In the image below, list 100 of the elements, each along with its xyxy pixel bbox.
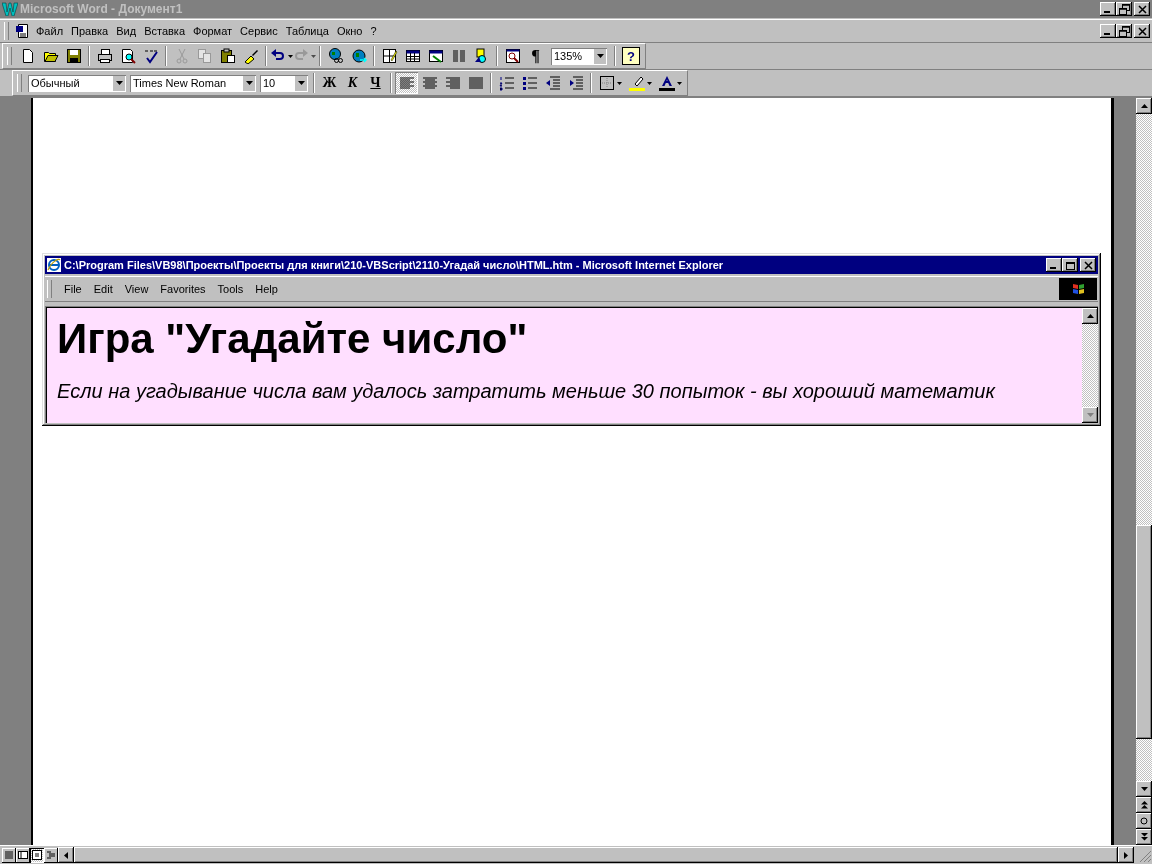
minimize-icon [1104, 11, 1110, 13]
next-page-button[interactable] [1136, 829, 1152, 845]
menu-item[interactable]: Favorites [156, 283, 210, 295]
window-title: Microsoft Word - Документ1 [20, 2, 183, 16]
menu-item[interactable]: Файл [33, 25, 67, 37]
page-heading: Игра "Угадайте число" [57, 314, 529, 364]
style-dropdown[interactable]: Обычный [28, 74, 126, 92]
spellcheck-icon [142, 48, 159, 64]
page-layout-icon [31, 849, 43, 861]
bulleted-list-icon [521, 75, 538, 91]
copy-icon [196, 48, 213, 64]
highlighter-icon [628, 75, 645, 91]
up-arrow-icon [1140, 104, 1148, 108]
scroll-right-button[interactable] [1118, 847, 1134, 863]
caret-icon[interactable] [676, 81, 682, 85]
caret-icon[interactable] [616, 81, 622, 85]
magnifier-page-icon [119, 48, 136, 64]
word-logo-icon[interactable] [2, 2, 18, 16]
double-down-arrow-icon [1140, 833, 1148, 841]
down-arrow-icon [1140, 787, 1148, 791]
align-button[interactable] [395, 72, 418, 94]
increase-indent-icon [567, 75, 584, 91]
right-arrow-icon [1124, 851, 1128, 859]
menu-item[interactable]: Правка [68, 25, 112, 37]
minimize-button[interactable] [1100, 24, 1116, 38]
menu-item[interactable]: Вставка [141, 25, 188, 37]
minimize-button[interactable] [1046, 258, 1062, 272]
scroll-up-button[interactable] [1136, 98, 1152, 114]
table-icon [404, 48, 421, 64]
up-arrow-icon [1086, 314, 1094, 318]
caret-icon[interactable] [288, 54, 293, 58]
down-arrow-icon [1086, 413, 1094, 418]
view-button[interactable] [44, 847, 58, 863]
font-size-dropdown[interactable]: 10 [260, 74, 308, 92]
table-pencil-icon [381, 48, 398, 64]
view-button[interactable] [2, 847, 16, 863]
columns-icon [450, 48, 467, 64]
globe-arrows-icon [350, 48, 367, 64]
font-dropdown[interactable]: Times New Roman [130, 74, 256, 92]
window-title: C:\Program Files\VB98\Проекты\Проекты для книги\210-VBScript\2110-Угадай число\HTML.htm - Microsoft Internet Explorer [64, 259, 724, 271]
border-icon [598, 75, 615, 91]
minimize-icon [1104, 33, 1110, 35]
zoom-field[interactable]: 135% [551, 47, 607, 65]
scroll-left-button[interactable] [58, 847, 74, 863]
scroll-up-button[interactable] [1082, 308, 1098, 324]
font-color-icon [658, 75, 675, 91]
close-button[interactable] [1080, 258, 1096, 272]
normal-view-icon [3, 849, 15, 861]
scroll-down-button[interactable] [1082, 407, 1098, 424]
menu-item[interactable]: ? [367, 25, 380, 37]
italic-button[interactable]: К [341, 72, 364, 94]
globe-chain-icon [327, 48, 344, 64]
caret-icon [115, 81, 123, 85]
page-text: Если на угадывание числа вам удалось затратить меньше 30 попыток - вы хороший математик [57, 380, 997, 404]
paintbrush-icon [242, 48, 259, 64]
caret-icon[interactable] [646, 81, 652, 85]
circle-icon [1140, 817, 1148, 825]
menu-item[interactable]: Edit [89, 283, 117, 295]
menu-item[interactable]: Формат [190, 25, 236, 37]
maximize-button[interactable] [1062, 258, 1078, 272]
view-button[interactable] [16, 847, 30, 863]
windows-flag-icon [1070, 282, 1086, 296]
menu-item[interactable]: Вид [113, 25, 140, 37]
close-button[interactable] [1134, 24, 1150, 38]
clipboard-icon [219, 48, 236, 64]
outline-view-icon [45, 849, 57, 861]
view-button[interactable] [30, 847, 44, 863]
menu-item[interactable]: Сервис [237, 25, 281, 37]
close-icon [1135, 24, 1149, 38]
double-up-arrow-icon [1140, 801, 1148, 809]
close-icon [1082, 259, 1094, 271]
menu-item[interactable]: Tools [213, 283, 248, 295]
close-icon [1135, 2, 1149, 16]
scroll-down-button[interactable] [1136, 781, 1152, 797]
browser-logo-icon[interactable] [47, 258, 61, 272]
online-layout-icon [17, 849, 29, 861]
restore-button[interactable] [1116, 2, 1132, 16]
bold-button[interactable]: Ж [318, 72, 341, 94]
minimize-icon [1050, 267, 1056, 269]
menu-item[interactable]: Окно [333, 25, 366, 37]
menu-item[interactable]: Таблица [282, 25, 332, 37]
scissors-icon [173, 48, 190, 64]
printer-icon [96, 48, 113, 64]
pilcrow-button[interactable]: ¶ [524, 45, 547, 67]
close-button[interactable] [1134, 2, 1150, 16]
left-arrow-icon [64, 851, 68, 859]
scroll-thumb[interactable] [1136, 524, 1152, 739]
previous-page-button[interactable] [1136, 797, 1152, 813]
menu-item[interactable]: File [60, 283, 86, 295]
decrease-indent-icon [544, 75, 561, 91]
restore-button[interactable] [1116, 24, 1132, 38]
help-button[interactable]: ? [622, 47, 640, 65]
document-map-icon [504, 48, 521, 64]
menu-item[interactable]: View [120, 283, 153, 295]
document-icon[interactable] [15, 23, 31, 39]
caret-icon [596, 54, 604, 58]
menu-item[interactable]: Help [251, 283, 282, 295]
browse-object-button[interactable] [1136, 813, 1152, 829]
underline-button[interactable]: Ч [364, 72, 387, 94]
minimize-button[interactable] [1100, 2, 1116, 16]
